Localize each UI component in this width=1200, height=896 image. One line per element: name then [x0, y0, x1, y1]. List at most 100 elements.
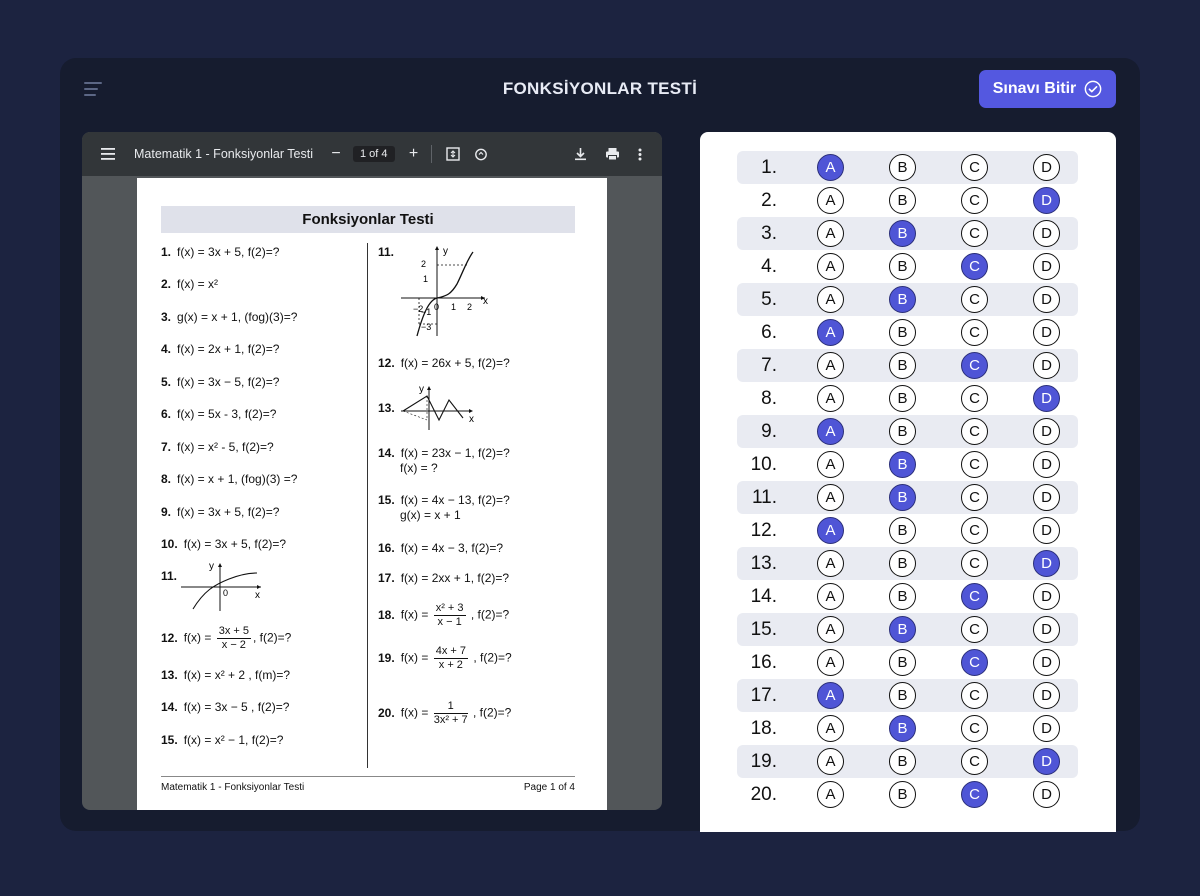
answer-bubble-d[interactable]: D	[1033, 517, 1060, 544]
page-number-input[interactable]: 1 of 4	[353, 146, 395, 162]
fit-page-icon[interactable]	[445, 147, 460, 161]
more-options-icon[interactable]	[638, 148, 642, 161]
answer-bubble-a[interactable]: A	[817, 187, 844, 214]
answer-bubble-b[interactable]: B	[889, 352, 916, 379]
answer-bubble-c[interactable]: C	[961, 715, 988, 742]
answer-row: 3. A B C D	[737, 217, 1078, 250]
answer-bubble-b[interactable]: B	[889, 484, 916, 511]
answer-bubble-a[interactable]: A	[817, 451, 844, 478]
answer-bubble-d[interactable]: D	[1033, 451, 1060, 478]
answer-bubble-d[interactable]: D	[1033, 253, 1060, 280]
question-number: 3.	[161, 310, 172, 324]
pdf-menu-icon[interactable]	[100, 148, 116, 160]
answer-bubble-d[interactable]: D	[1033, 616, 1060, 643]
answer-bubble-d[interactable]: D	[1033, 418, 1060, 445]
answer-bubble-d[interactable]: D	[1033, 187, 1060, 214]
download-icon[interactable]	[574, 147, 587, 161]
answer-bubble-a[interactable]: A	[817, 649, 844, 676]
answer-bubble-a[interactable]: A	[817, 748, 844, 775]
zoom-out-icon[interactable]: −	[329, 145, 343, 163]
answer-bubble-d[interactable]: D	[1033, 715, 1060, 742]
answer-bubble-b[interactable]: B	[889, 550, 916, 577]
answer-bubble-a[interactable]: A	[817, 154, 844, 181]
answer-bubble-c[interactable]: C	[961, 484, 988, 511]
answer-bubble-d[interactable]: D	[1033, 550, 1060, 577]
answer-bubble-d[interactable]: D	[1033, 583, 1060, 610]
answer-bubble-c[interactable]: C	[961, 781, 988, 808]
answer-bubble-a[interactable]: A	[817, 616, 844, 643]
answer-bubble-a[interactable]: A	[817, 484, 844, 511]
answer-bubble-b[interactable]: B	[889, 187, 916, 214]
answer-bubble-c[interactable]: C	[961, 286, 988, 313]
answer-bubble-c[interactable]: C	[961, 550, 988, 577]
answer-bubble-b[interactable]: B	[889, 319, 916, 346]
answer-bubble-a[interactable]: A	[817, 253, 844, 280]
answer-bubble-c[interactable]: C	[961, 682, 988, 709]
answer-question-number: 18.	[750, 717, 777, 739]
answer-bubble-c[interactable]: C	[961, 418, 988, 445]
answer-bubble-c[interactable]: C	[961, 253, 988, 280]
answer-bubble-b[interactable]: B	[889, 715, 916, 742]
answer-bubble-b[interactable]: B	[889, 781, 916, 808]
print-icon[interactable]	[605, 147, 620, 161]
answer-bubble-b[interactable]: B	[889, 451, 916, 478]
answer-bubble-b[interactable]: B	[889, 517, 916, 544]
answer-bubble-b[interactable]: B	[889, 682, 916, 709]
answer-bubble-c[interactable]: C	[961, 220, 988, 247]
answer-bubble-a[interactable]: A	[817, 682, 844, 709]
answer-bubble-d[interactable]: D	[1033, 682, 1060, 709]
answer-bubble-d[interactable]: D	[1033, 649, 1060, 676]
answer-bubble-c[interactable]: C	[961, 616, 988, 643]
answer-bubble-c[interactable]: C	[961, 319, 988, 346]
answer-bubble-d[interactable]: D	[1033, 484, 1060, 511]
rotate-icon[interactable]	[474, 147, 488, 161]
answer-question-number: 13.	[750, 552, 777, 574]
answer-bubble-b[interactable]: B	[889, 583, 916, 610]
answer-bubble-d[interactable]: D	[1033, 286, 1060, 313]
question-item: 10. f(x) = 3x + 5, f(2)=?	[161, 537, 286, 552]
answer-bubble-c[interactable]: C	[961, 517, 988, 544]
answer-bubble-b[interactable]: B	[889, 649, 916, 676]
question-number: 6.	[161, 407, 172, 421]
answer-bubble-a[interactable]: A	[817, 319, 844, 346]
answer-bubble-b[interactable]: B	[889, 418, 916, 445]
question-text: f(x) = x + 1, (fog)(3) =?	[177, 472, 298, 486]
tick-label: 1	[423, 274, 428, 284]
answer-question-number: 5.	[761, 288, 777, 310]
answer-bubble-a[interactable]: A	[817, 418, 844, 445]
answer-bubble-b[interactable]: B	[889, 748, 916, 775]
answer-bubble-a[interactable]: A	[817, 781, 844, 808]
answer-bubble-c[interactable]: C	[961, 649, 988, 676]
answer-bubble-d[interactable]: D	[1033, 748, 1060, 775]
answer-bubble-a[interactable]: A	[817, 220, 844, 247]
answer-bubble-c[interactable]: C	[961, 385, 988, 412]
answer-bubble-d[interactable]: D	[1033, 319, 1060, 346]
answer-bubble-d[interactable]: D	[1033, 220, 1060, 247]
answer-bubble-c[interactable]: C	[961, 154, 988, 181]
answer-bubble-d[interactable]: D	[1033, 352, 1060, 379]
answer-bubble-a[interactable]: A	[817, 517, 844, 544]
answer-bubble-b[interactable]: B	[889, 253, 916, 280]
answer-bubble-b[interactable]: B	[889, 220, 916, 247]
answer-bubble-b[interactable]: B	[889, 385, 916, 412]
answer-bubble-c[interactable]: C	[961, 352, 988, 379]
answer-bubble-d[interactable]: D	[1033, 154, 1060, 181]
answer-bubble-c[interactable]: C	[961, 583, 988, 610]
answer-row: 19. A B C D	[737, 745, 1078, 778]
answer-bubble-c[interactable]: C	[961, 748, 988, 775]
answer-bubble-a[interactable]: A	[817, 352, 844, 379]
answer-bubble-a[interactable]: A	[817, 385, 844, 412]
finish-exam-button[interactable]: Sınavı Bitir	[979, 70, 1116, 108]
answer-bubble-c[interactable]: C	[961, 187, 988, 214]
answer-bubble-a[interactable]: A	[817, 715, 844, 742]
answer-bubble-b[interactable]: B	[889, 154, 916, 181]
answer-bubble-d[interactable]: D	[1033, 781, 1060, 808]
answer-bubble-a[interactable]: A	[817, 583, 844, 610]
answer-bubble-b[interactable]: B	[889, 286, 916, 313]
answer-bubble-c[interactable]: C	[961, 451, 988, 478]
answer-bubble-a[interactable]: A	[817, 286, 844, 313]
answer-bubble-a[interactable]: A	[817, 550, 844, 577]
zoom-in-icon[interactable]: +	[407, 145, 421, 163]
answer-bubble-d[interactable]: D	[1033, 385, 1060, 412]
answer-bubble-b[interactable]: B	[889, 616, 916, 643]
